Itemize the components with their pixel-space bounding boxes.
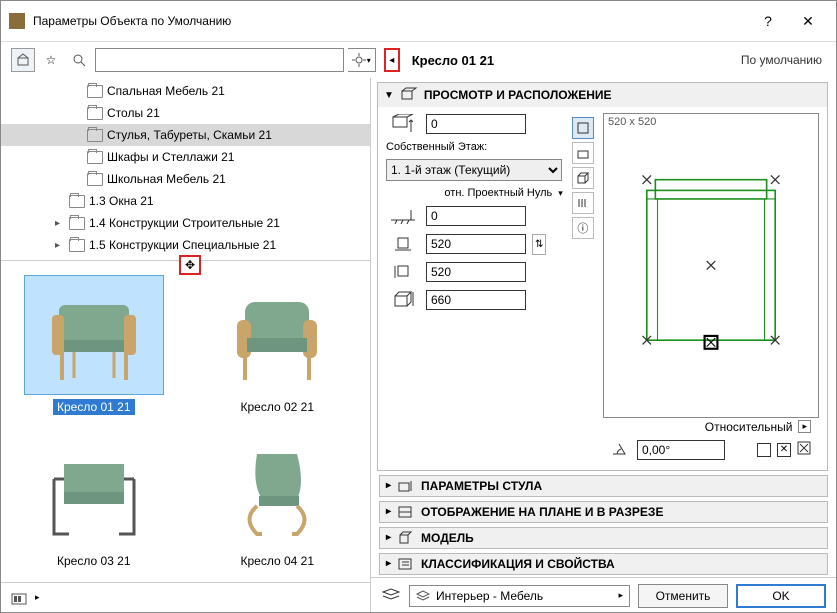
tree-item[interactable]: Стулья, Табуреты, Скамьи 21: [1, 124, 370, 146]
dim-x-input[interactable]: [426, 234, 526, 254]
chevron-down-icon[interactable]: ▾: [558, 188, 563, 199]
window-title: Параметры Объекта по Умолчанию: [33, 14, 748, 28]
preview-dims: 520 x 520: [608, 116, 656, 128]
angle-icon: [611, 440, 631, 459]
section-preview-header[interactable]: ▼ ПРОСМОТР И РАСПОЛОЖЕНИЕ: [378, 83, 827, 107]
default-label: По умолчанию: [741, 53, 822, 67]
library-manager-icon[interactable]: [7, 586, 31, 610]
view-top-icon[interactable]: [572, 117, 594, 139]
view-3d-icon[interactable]: [572, 167, 594, 189]
relative-label: Относительный: [705, 420, 793, 434]
chair-params-icon: [397, 479, 415, 493]
link-dims-icon[interactable]: ⇅: [532, 234, 546, 255]
thumbnail[interactable]: Кресло 04 21: [191, 429, 365, 577]
elevation-icon: [386, 113, 420, 135]
mirror-1-checkbox[interactable]: [757, 443, 771, 457]
rel-z-input[interactable]: [426, 206, 526, 226]
thumbnail-grid: Кресло 01 21 Кресло 02 21 Кресло 03 21 К…: [1, 269, 370, 582]
search-icon[interactable]: [67, 48, 91, 72]
favorite-icon[interactable]: ☆: [39, 48, 63, 72]
tree-item[interactable]: ▸1.5 Конструкции Специальные 21: [1, 234, 370, 256]
rel-zero-label: отн. Проектный Нуль: [444, 187, 552, 199]
search-input[interactable]: [95, 48, 344, 72]
layer-select[interactable]: Интерьер - Мебель ▸: [409, 585, 630, 607]
close-button[interactable]: ✕: [788, 7, 828, 35]
view-front-icon[interactable]: [572, 142, 594, 164]
object-type-icon[interactable]: [11, 48, 35, 72]
object-name: Кресло 01 21: [412, 53, 494, 68]
thumbnail-label: Кресло 04 21: [236, 553, 318, 569]
tree-item[interactable]: Школьная Мебель 21: [1, 168, 370, 190]
dim-y-input[interactable]: [426, 262, 526, 282]
gear-button[interactable]: ▾: [348, 48, 376, 72]
section-plan-section[interactable]: ▸ ОТОБРАЖЕНИЕ НА ПЛАНЕ И В РАЗРЕЗЕ: [379, 501, 828, 523]
tree-item[interactable]: ▸1.4 Конструкции Строительные 21: [1, 212, 370, 234]
move-handle-icon[interactable]: ✥: [179, 255, 201, 275]
dim-z-icon: [386, 289, 420, 311]
collapse-panel-button[interactable]: ◂: [384, 48, 400, 72]
cancel-button[interactable]: Отменить: [638, 584, 728, 608]
thumbnail[interactable]: Кресло 03 21: [7, 429, 181, 577]
floor-label: Собственный Этаж:: [386, 141, 563, 153]
section-classification[interactable]: ▸ КЛАССИФИКАЦИЯ И СВОЙСТВА: [379, 553, 828, 575]
plan-icon: [397, 505, 415, 519]
tree-item[interactable]: Столы 21: [1, 102, 370, 124]
thumbnail[interactable]: Кресло 01 21: [7, 275, 181, 423]
layer-icon: [381, 587, 401, 604]
splitter[interactable]: ✥: [1, 261, 370, 269]
tree-item[interactable]: Спальная Мебель 21: [1, 80, 370, 102]
mirror-y-icon[interactable]: [797, 441, 811, 458]
thumbnail-label: Кресло 03 21: [53, 553, 135, 569]
tree-item[interactable]: 1.3 Окна 21: [1, 190, 370, 212]
elevation-input[interactable]: [426, 114, 526, 134]
library-tree[interactable]: Спальная Мебель 21 Столы 21 Стулья, Табу…: [1, 78, 370, 261]
angle-input[interactable]: [637, 440, 725, 460]
tree-item[interactable]: Шкафы и Стеллажи 21: [1, 146, 370, 168]
thumbnail-label: Кресло 02 21: [236, 399, 318, 415]
help-button[interactable]: ?: [748, 7, 788, 35]
preview-viewport[interactable]: 520 x 520: [603, 113, 819, 418]
dim-y-icon: [386, 261, 420, 283]
preview-section-icon: [400, 87, 418, 103]
dim-x-icon: [386, 233, 420, 255]
mirror-x-icon[interactable]: ✕: [777, 443, 791, 457]
ground-level-icon: [386, 205, 420, 227]
view-section-icon[interactable]: [572, 192, 594, 214]
classification-icon: [397, 557, 415, 571]
section-model[interactable]: ▸ МОДЕЛЬ: [379, 527, 828, 549]
dim-z-input[interactable]: [426, 290, 526, 310]
section-chair-params[interactable]: ▸ ПАРАМЕТРЫ СТУЛА: [379, 475, 828, 497]
thumbnail[interactable]: Кресло 02 21: [191, 275, 365, 423]
app-icon: [9, 13, 25, 29]
thumbnail-label: Кресло 01 21: [53, 399, 135, 415]
info-icon[interactable]: ⓘ: [572, 217, 594, 239]
relative-toggle-icon[interactable]: ▸: [798, 420, 811, 433]
ok-button[interactable]: OK: [736, 584, 826, 608]
model-icon: [397, 531, 415, 545]
floor-select[interactable]: 1. 1-й этаж (Текущий): [386, 159, 562, 181]
